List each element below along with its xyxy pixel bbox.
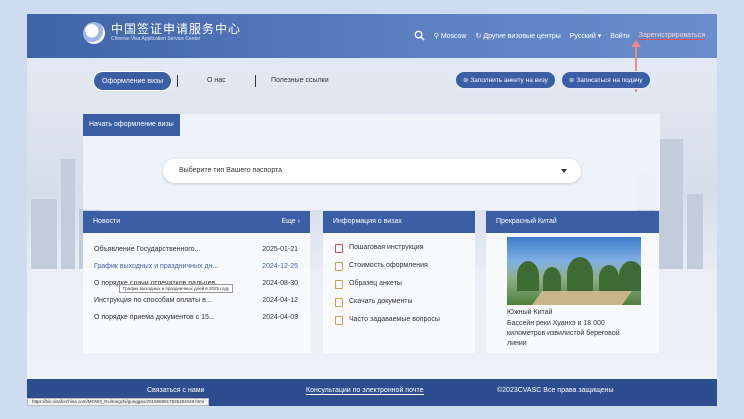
fill-form-button[interactable]: ⊜ Заполнить анкету на визу	[455, 71, 556, 89]
city-selector[interactable]: ⚲ Moscow	[434, 32, 467, 40]
nav-divider	[177, 75, 178, 87]
download-icon	[335, 297, 343, 307]
news-card: Новости Еще › Объявление Государственног…	[83, 211, 310, 353]
info-item-label: Пошаговая инструкция	[349, 244, 424, 251]
logo-emblem-icon	[83, 22, 105, 44]
other-centers-label: Другие визовые центры	[483, 33, 561, 40]
footer-contact-link[interactable]: Связаться с нами	[147, 387, 204, 394]
info-item-faq[interactable]: Часто задаваемые вопросы	[323, 311, 475, 329]
news-item[interactable]: Инструкция по способам оплаты в... 2024-0…	[83, 292, 310, 309]
visa-start-tab[interactable]: Начать оформление визы	[83, 114, 180, 136]
visa-info-title: Информация о визах	[333, 218, 402, 225]
info-item-cost[interactable]: Стоимость оформления	[323, 257, 475, 275]
register-link[interactable]: Зарегистрироваться	[638, 32, 705, 40]
passport-type-select[interactable]: Выберите тип Вашего паспорта	[163, 159, 581, 183]
info-item-label: Часто задаваемые вопросы	[349, 316, 440, 323]
news-more-link[interactable]: Еще ›	[281, 211, 300, 233]
browser-viewport: 中国签证申请服务中心 Chinese Visa Application Serv…	[27, 14, 717, 406]
footer-email-link[interactable]: Консультации по электронной почте	[306, 387, 424, 395]
news-item-date: 2025-01-21	[262, 246, 298, 253]
news-item-text: График выходных и праздничных дн...	[94, 263, 219, 270]
beautiful-china-card: Прекрасный Китай Южный Китай Бассейн рек…	[486, 211, 659, 353]
china-caption-text: Бассейн реки Хуанхэ и 18 000 километров …	[507, 320, 620, 347]
sample-form-icon	[335, 279, 343, 289]
news-title: Новости	[93, 218, 121, 225]
info-item-sample[interactable]: Образец анкеты	[323, 275, 475, 293]
news-item-text: Объявление Государственного...	[94, 246, 201, 253]
nav-about[interactable]: О нас	[207, 71, 226, 91]
news-item[interactable]: О порядке приема документов с 15... 2024-…	[83, 309, 310, 326]
fill-form-label: Заполнить анкету на визу	[470, 77, 548, 84]
news-item-date: 2024-04-12	[262, 297, 298, 304]
location-pin-icon: ⚲	[433, 33, 439, 40]
news-item[interactable]: График выходных и праздничных дн... 2024-…	[83, 258, 310, 275]
nav-visa-application[interactable]: Оформление визы	[93, 71, 173, 91]
info-item-label: Скачать документы	[349, 298, 413, 305]
passport-type-placeholder: Выберите тип Вашего паспорта	[179, 167, 283, 174]
news-item-date: 2024-12-25	[262, 263, 298, 270]
main-nav: Оформление визы О нас Полезные ссылки ⊜ …	[27, 71, 717, 93]
china-landscape-image[interactable]	[507, 237, 641, 305]
book-appointment-button[interactable]: ⊜ Записаться на подачу	[561, 71, 651, 89]
news-item-text: Инструкция по способам оплаты в...	[94, 297, 212, 304]
info-item-download[interactable]: Скачать документы	[323, 293, 475, 311]
chevron-down-icon	[561, 169, 567, 173]
info-item-label: Образец анкеты	[349, 280, 402, 287]
news-item-date: 2024-08-30	[262, 280, 298, 287]
news-more-label: Еще	[281, 218, 296, 225]
logo-english-text: Chinese Visa Application Service Center	[111, 36, 201, 42]
visa-info-card: Информация о визах Пошаговая инструкция …	[323, 211, 475, 353]
top-header: 中国签证申请服务中心 Chinese Visa Application Serv…	[27, 14, 717, 58]
footer-copyright: ©2023CVASC Все права защищены	[497, 387, 614, 394]
nav-divider	[255, 75, 256, 87]
site-logo[interactable]: 中国签证申请服务中心 Chinese Visa Application Serv…	[83, 22, 241, 44]
logo-chinese-text: 中国签证申请服务中心	[111, 22, 242, 36]
nav-useful-links[interactable]: Полезные ссылки	[271, 71, 329, 91]
news-tooltip: График выходных и праздничных дней в 202…	[119, 284, 234, 293]
other-centers-link[interactable]: ↻ Другие визовые центры	[476, 32, 561, 40]
china-title: Прекрасный Китай	[496, 218, 557, 225]
price-icon	[335, 261, 343, 271]
document-icon	[335, 243, 343, 253]
news-item-text: О порядке приема документов с 15...	[94, 314, 215, 321]
refresh-icon: ↻	[475, 33, 482, 40]
chevron-down-icon: ▾	[597, 33, 602, 40]
info-item-label: Стоимость оформления	[349, 262, 428, 269]
news-item[interactable]: Объявление Государственного... 2025-01-21	[83, 241, 310, 258]
china-caption-title: Южный Китай	[507, 309, 553, 316]
search-icon[interactable]	[414, 30, 425, 43]
news-item-date: 2024-04-09	[262, 314, 298, 321]
login-link[interactable]: Войти	[610, 33, 630, 40]
language-label: Русский	[569, 33, 596, 40]
language-selector[interactable]: Русский ▾	[570, 32, 601, 40]
book-label: Записаться на подачу	[576, 77, 643, 84]
status-bar-url: https://bio.visaforchina.com/MOW3_RU/ton…	[27, 398, 209, 406]
info-item-instruction[interactable]: Пошаговая инструкция	[323, 239, 475, 257]
visa-start-panel: Начать оформление визы Выберите тип Ваше…	[83, 114, 660, 210]
chevron-right-icon: ›	[297, 218, 300, 225]
city-label: Moscow	[440, 33, 467, 40]
faq-icon	[335, 315, 343, 325]
